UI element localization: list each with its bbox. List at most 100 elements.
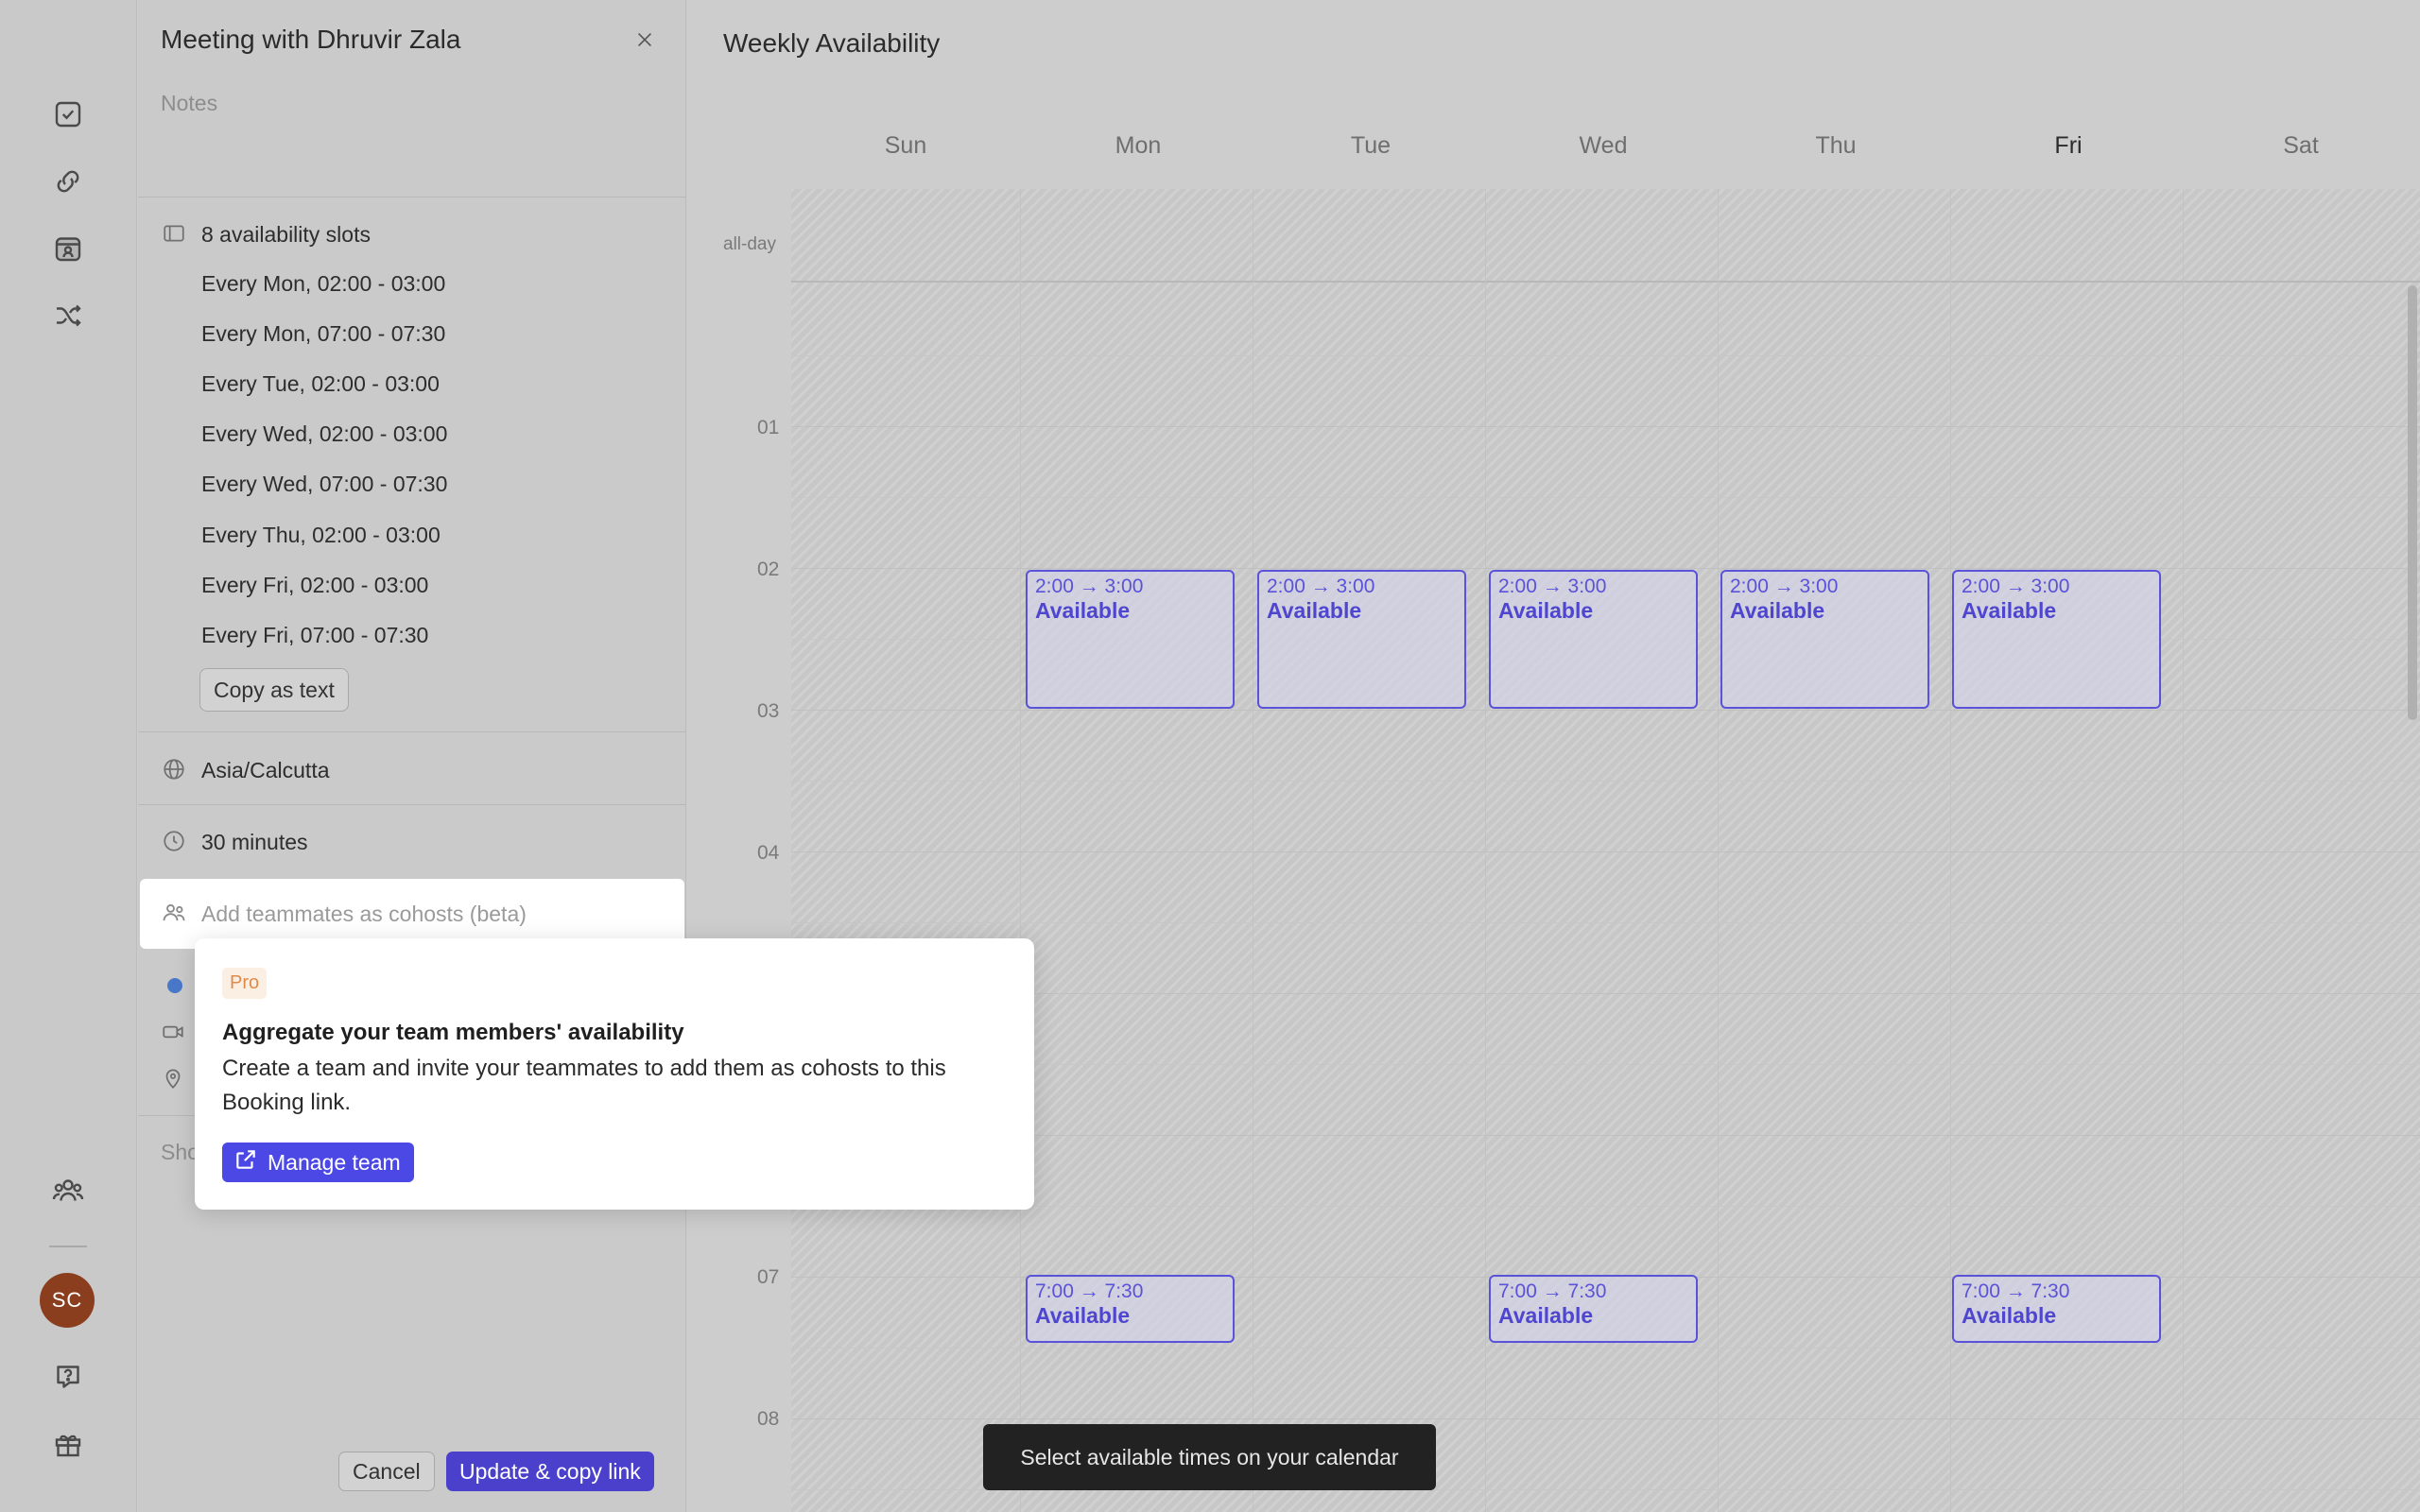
divider <box>138 804 686 805</box>
panel-title: Meeting with Dhruvir Zala <box>161 25 461 54</box>
slot-item[interactable]: Every Wed, 02:00 - 03:00 <box>201 421 447 447</box>
cohost-placeholder: Add teammates as cohosts (beta) <box>201 902 527 926</box>
event-time: 2:00 → 3:00 <box>1498 576 1607 597</box>
show-option-text[interactable]: Sho <box>161 1140 199 1165</box>
user-avatar[interactable]: SC <box>40 1273 95 1328</box>
slot-item[interactable]: Every Tue, 02:00 - 03:00 <box>201 371 440 397</box>
notes-field[interactable]: Notes <box>161 91 217 116</box>
cancel-button[interactable]: Cancel <box>338 1452 435 1491</box>
day-header-sat: Sat <box>2283 132 2319 159</box>
timezone-value[interactable]: Asia/Calcutta <box>201 758 330 783</box>
help-icon[interactable] <box>42 1350 95 1403</box>
weekly-calendar: Weekly Availability Sun Mon Tue Wed Thu … <box>687 0 2420 1512</box>
availability-event[interactable]: 2:00 → 3:00 Available <box>1489 570 1698 709</box>
external-link-icon <box>233 1147 258 1177</box>
link-icon[interactable] <box>42 155 95 208</box>
day-separator <box>2183 189 2184 1512</box>
toast-message: Select available times on your calendar <box>983 1424 1436 1490</box>
day-header-wed: Wed <box>1579 132 1628 159</box>
day-header-thu: Thu <box>1815 132 1857 159</box>
people-icon <box>161 900 189 928</box>
event-label: Available <box>1267 598 1362 623</box>
slot-item[interactable]: Every Mon, 02:00 - 03:00 <box>201 271 445 297</box>
half-hour-line <box>791 922 2420 923</box>
half-hour-line <box>791 781 2420 782</box>
close-icon[interactable] <box>630 25 660 55</box>
globe-icon <box>161 756 187 782</box>
hour-line <box>791 710 2420 711</box>
event-time: 2:00 → 3:00 <box>1267 576 1375 597</box>
location-pin-icon[interactable] <box>161 1066 187 1092</box>
half-hour-line <box>791 1206 2420 1207</box>
event-time: 7:00 → 7:30 <box>1962 1280 2070 1302</box>
video-icon[interactable] <box>161 1020 187 1046</box>
hour-line <box>791 993 2420 994</box>
hour-line <box>791 568 2420 569</box>
event-time: 2:00 → 3:00 <box>1035 576 1144 597</box>
event-time: 7:00 → 7:30 <box>1035 1280 1144 1302</box>
booking-calendar-icon[interactable] <box>42 222 95 275</box>
availability-event[interactable]: 7:00 → 7:30 Available <box>1952 1275 2161 1343</box>
hour-line <box>791 1135 2420 1136</box>
hour-label: 01 <box>757 417 780 438</box>
pro-badge: Pro <box>222 968 268 999</box>
hour-label: 02 <box>757 558 780 580</box>
availability-slots-header: 8 availability slots <box>201 222 371 247</box>
calendar-color-dot[interactable] <box>167 978 182 993</box>
availability-event[interactable]: 7:00 → 7:30 Available <box>1489 1275 1698 1343</box>
duration-value[interactable]: 30 minutes <box>201 830 308 855</box>
availability-event[interactable]: 2:00 → 3:00 Available <box>1720 570 1929 709</box>
day-header-sun: Sun <box>884 132 927 159</box>
tasks-icon[interactable] <box>42 88 95 141</box>
clock-icon <box>161 828 187 854</box>
half-hour-line <box>791 497 2420 498</box>
allday-label: all-day <box>723 234 776 254</box>
hour-line <box>791 851 2420 852</box>
shuffle-icon[interactable] <box>42 289 95 342</box>
availability-event[interactable]: 2:00 → 3:00 Available <box>1026 570 1235 709</box>
slot-item[interactable]: Every Thu, 02:00 - 03:00 <box>201 523 441 548</box>
hour-label: 03 <box>757 700 780 722</box>
nav-rail: SC <box>0 0 137 1512</box>
half-hour-line <box>791 355 2420 356</box>
event-time: 2:00 → 3:00 <box>1730 576 1839 597</box>
event-label: Available <box>1962 598 2057 623</box>
update-copy-link-button[interactable]: Update & copy link <box>446 1452 654 1491</box>
day-separator <box>1020 189 1021 1512</box>
event-label: Available <box>1035 598 1131 623</box>
hour-line <box>791 1418 2420 1419</box>
event-label: Available <box>1035 1303 1131 1328</box>
event-label: Available <box>1498 1303 1594 1328</box>
booking-settings-panel: Meeting with Dhruvir Zala Notes 8 availa… <box>138 0 686 1512</box>
copy-as-text-button[interactable]: Copy as text <box>199 668 349 712</box>
slot-item[interactable]: Every Mon, 07:00 - 07:30 <box>201 321 445 347</box>
event-label: Available <box>1498 598 1594 623</box>
popover-body: Create a team and invite your teammates … <box>222 1056 946 1115</box>
day-header-tue: Tue <box>1350 132 1392 159</box>
hour-label: 07 <box>757 1266 780 1288</box>
day-header-mon: Mon <box>1115 132 1162 159</box>
day-separator <box>1485 189 1486 1512</box>
event-time: 7:00 → 7:30 <box>1498 1280 1607 1302</box>
event-label: Available <box>1730 598 1825 623</box>
half-hour-line <box>791 1348 2420 1349</box>
hour-label: 04 <box>757 842 780 864</box>
availability-event[interactable]: 2:00 → 3:00 Available <box>1952 570 2161 709</box>
hour-label: 08 <box>757 1408 780 1430</box>
hour-line <box>791 426 2420 427</box>
gift-icon[interactable] <box>42 1418 95 1470</box>
rail-divider <box>49 1246 87 1247</box>
slot-item[interactable]: Every Fri, 02:00 - 03:00 <box>201 573 428 598</box>
calendar-scrollbar[interactable] <box>2408 285 2417 720</box>
pro-upsell-popover: Pro Aggregate your team members' availab… <box>195 938 1034 1210</box>
slot-item[interactable]: Every Fri, 07:00 - 07:30 <box>201 623 428 648</box>
event-label: Available <box>1962 1303 2057 1328</box>
availability-event[interactable]: 7:00 → 7:30 Available <box>1026 1275 1235 1343</box>
slot-item[interactable]: Every Wed, 07:00 - 07:30 <box>201 472 447 497</box>
manage-team-label: Manage team <box>268 1149 401 1175</box>
manage-team-button[interactable]: Manage team <box>222 1143 414 1182</box>
half-hour-line <box>791 1064 2420 1065</box>
availability-event[interactable]: 2:00 → 3:00 Available <box>1257 570 1466 709</box>
team-icon[interactable] <box>42 1164 95 1217</box>
allday-divider <box>791 281 2420 283</box>
